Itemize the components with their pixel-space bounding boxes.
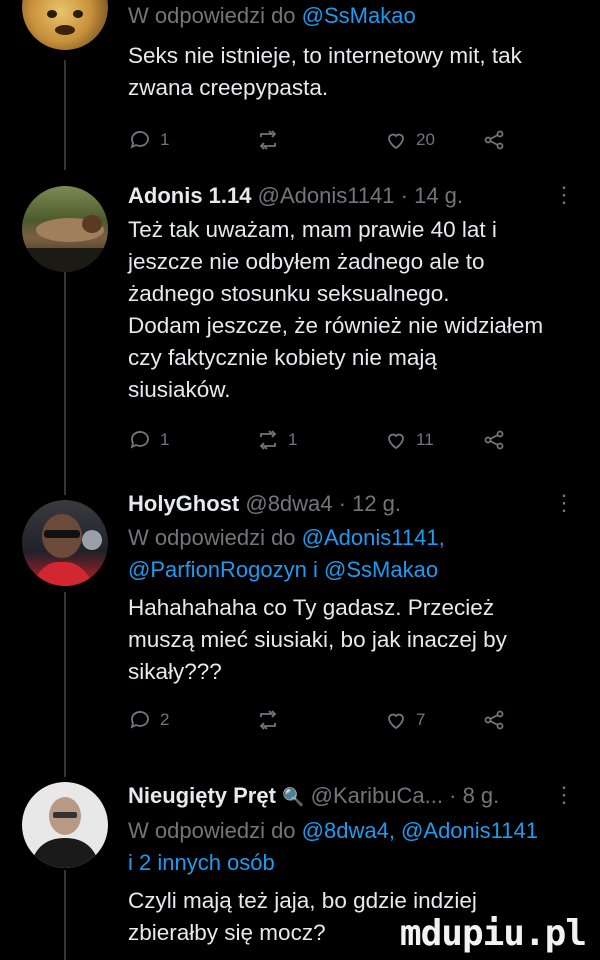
- reply-icon: [130, 711, 149, 729]
- reply-context: W odpowiedzi do @SsMakao: [128, 0, 576, 32]
- tweet-actions: 1 20: [128, 122, 576, 162]
- mention-link[interactable]: i 2 innych osób: [128, 847, 576, 879]
- share-button[interactable]: [482, 708, 506, 732]
- tweet-actions: 1 1 11: [128, 422, 576, 462]
- like-count: 7: [416, 710, 426, 729]
- reply-count: 1: [160, 130, 170, 149]
- heart-icon: [388, 433, 404, 450]
- tweet-text-line: Dodam jeszcze, że również nie widziałem: [128, 313, 544, 338]
- watermark: mdupiu.pl: [399, 913, 587, 954]
- tweet-text-line: siusiaków.: [128, 377, 231, 402]
- more-options-icon[interactable]: ⋮: [553, 490, 576, 516]
- retweet-count: 1: [288, 430, 298, 449]
- tweet-text-line: muszą mieć siusiaki, bo jak inaczej by: [128, 627, 507, 652]
- reply-prefix: W odpowiedzi do: [128, 818, 296, 843]
- avatar[interactable]: [22, 782, 108, 868]
- like-count: 20: [416, 130, 435, 149]
- avatar[interactable]: [22, 186, 108, 272]
- timestamp[interactable]: · 14 g.: [401, 183, 463, 208]
- reply-count: 2: [160, 710, 170, 729]
- tweet[interactable]: Adonis 1.14 @Adonis1141 · 14 g. ⋮ Też ta…: [128, 182, 576, 462]
- like-button[interactable]: 7: [384, 708, 425, 732]
- tweet-header: Adonis 1.14 @Adonis1141 · 14 g.: [128, 182, 576, 210]
- thread-line: [64, 870, 66, 960]
- reply-count: 1: [160, 430, 170, 449]
- thread-line: [64, 592, 66, 777]
- share-icon: [484, 130, 504, 150]
- tweet-actions: 2 7: [128, 702, 576, 742]
- display-name[interactable]: HolyGhost: [128, 491, 239, 516]
- tweet[interactable]: HolyGhost @8dwa4 · 12 g. ⋮ W odpowiedzi …: [128, 490, 576, 742]
- like-button[interactable]: 20: [384, 128, 435, 152]
- handle[interactable]: @8dwa4: [245, 491, 332, 516]
- mention-link[interactable]: @ParfionRogozyn: [128, 557, 307, 582]
- retweet-button[interactable]: [256, 128, 288, 152]
- magnifier-emoji-icon: 🔍: [282, 787, 305, 807]
- retweet-icon: [259, 430, 277, 450]
- tweet-header: Nieugięty Pręt 🔍 @KaribuCa... · 8 g.: [128, 782, 576, 811]
- mention-link[interactable]: @SsMakao: [324, 557, 438, 582]
- retweet-icon: [259, 710, 277, 730]
- tweet-text-line: jeszcze nie odbyłem żadnego ale to: [128, 249, 485, 274]
- retweet-icon: [259, 130, 277, 150]
- tweet-text-line: zwana creepypasta.: [128, 75, 329, 100]
- share-button[interactable]: [482, 428, 506, 452]
- reply-prefix: W odpowiedzi do: [128, 3, 296, 28]
- display-name[interactable]: Adonis 1.14: [128, 183, 251, 208]
- reply-context: W odpowiedzi do @8dwa4, @Adonis1141 i 2 …: [128, 815, 576, 879]
- mention-link[interactable]: @8dwa4, @Adonis1141: [302, 818, 538, 843]
- share-button[interactable]: [482, 128, 506, 152]
- retweet-button[interactable]: [256, 708, 288, 732]
- tweet-text-line: żadnego stosunku seksualnego.: [128, 281, 450, 306]
- tweet-text-line: Też tak uważam, mam prawie 40 lat i: [128, 217, 497, 242]
- share-icon: [484, 710, 504, 730]
- more-options-icon[interactable]: ⋮: [553, 182, 576, 208]
- tweet-header: HolyGhost @8dwa4 · 12 g.: [128, 490, 576, 518]
- heart-icon: [388, 713, 404, 730]
- handle[interactable]: @KaribuCa...: [311, 783, 443, 808]
- mention-link[interactable]: @SsMakao: [302, 3, 416, 28]
- tweet[interactable]: W odpowiedzi do @SsMakao Seks nie istnie…: [128, 0, 576, 162]
- tweet-text: Hahahahaha co Ty gadasz. Przecież muszą …: [128, 592, 576, 688]
- thread-line: [64, 60, 66, 170]
- timestamp[interactable]: · 8 g.: [449, 783, 499, 808]
- reply-prefix: W odpowiedzi do: [128, 525, 296, 550]
- handle[interactable]: @Adonis1141: [258, 183, 395, 208]
- reply-button[interactable]: 1: [128, 428, 169, 452]
- tweet-text-line: Seks nie istnieje, to internetowy mit, t…: [128, 43, 522, 68]
- mention-link[interactable]: @Adonis1141,: [302, 525, 445, 550]
- heart-icon: [388, 133, 404, 150]
- display-name[interactable]: Nieugięty Pręt: [128, 783, 276, 808]
- thread-line: [64, 270, 66, 495]
- reply-context: W odpowiedzi do @Adonis1141, @ParfionRog…: [128, 522, 576, 586]
- tweet-text-line: sikały???: [128, 659, 222, 684]
- reply-button[interactable]: 2: [128, 708, 169, 732]
- reply-button[interactable]: 1: [128, 128, 169, 152]
- share-icon: [484, 430, 504, 450]
- reply-icon: [130, 131, 149, 149]
- tweet-text-line: czy faktycznie kobiety nie mają: [128, 345, 437, 370]
- like-count: 11: [416, 430, 434, 449]
- tweet-text: Seks nie istnieje, to internetowy mit, t…: [128, 40, 576, 104]
- mention-join: i: [313, 557, 318, 582]
- more-options-icon[interactable]: ⋮: [553, 782, 576, 808]
- retweet-button[interactable]: 1: [256, 428, 297, 452]
- tweet-text: Też tak uważam, mam prawie 40 lat i jesz…: [128, 214, 576, 406]
- tweet-text-line: Hahahahaha co Ty gadasz. Przecież: [128, 595, 495, 620]
- timestamp[interactable]: · 12 g.: [339, 491, 401, 516]
- avatar[interactable]: [22, 0, 108, 50]
- reply-icon: [130, 431, 149, 449]
- like-button[interactable]: 11: [384, 428, 434, 452]
- avatar[interactable]: [22, 500, 108, 586]
